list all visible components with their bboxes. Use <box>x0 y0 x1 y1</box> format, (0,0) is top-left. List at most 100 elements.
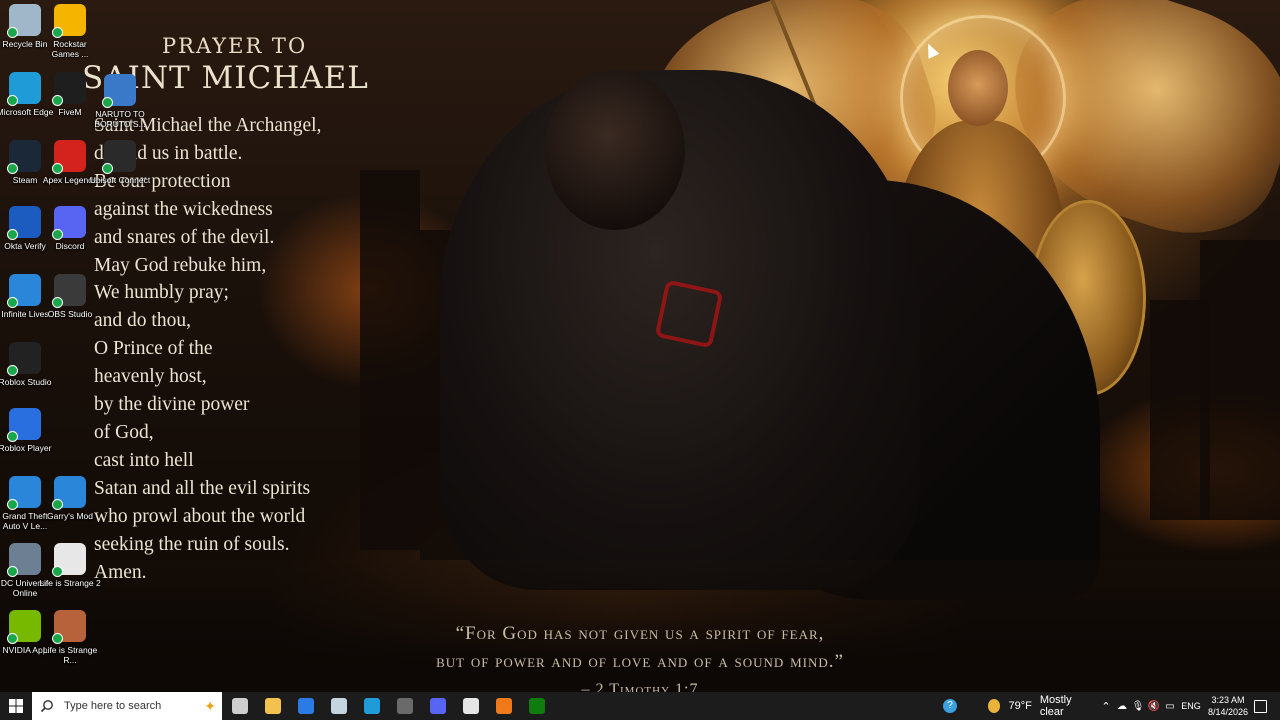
taskbar-app[interactable] <box>290 692 322 720</box>
chevron-up-icon[interactable]: ⌃ <box>1098 692 1114 720</box>
volume-muted-icon[interactable]: 🔇 <box>1146 692 1162 720</box>
prayer-line: seeking the ruin of souls. <box>94 533 290 555</box>
sync-check-icon <box>52 27 63 38</box>
search-highlight-icon: ✦ <box>204 697 216 714</box>
desktop-icon[interactable]: Garry's Mod <box>39 476 101 540</box>
capcut-icon <box>463 698 479 714</box>
search-input[interactable] <box>62 699 186 713</box>
desktop-icon-label: OBS Studio <box>47 309 93 319</box>
desktop-icon-label: Discord <box>55 241 85 251</box>
weather-temp: 79°F <box>1008 700 1032 712</box>
desktop-icon[interactable]: Roblox Studio <box>0 342 56 406</box>
desktop-icon[interactable]: Ubisoft Connect <box>89 140 151 204</box>
recycle-bin-icon <box>7 4 41 38</box>
sync-check-icon <box>102 163 113 174</box>
desktop-icon-label: Rockstar Games ... <box>51 39 89 59</box>
desktop-wallpaper: Prayer to Saint Michael Saint Michael th… <box>0 0 1280 692</box>
task-view-icon <box>232 698 248 714</box>
ruined-building <box>360 170 420 550</box>
clock-time: 3:23 AM <box>1211 695 1245 705</box>
prayer-line: who prowl about the world <box>94 505 306 527</box>
sync-check-icon <box>52 297 63 308</box>
prayer-line: Satan and all the evil spirits <box>94 477 311 499</box>
sync-check-icon <box>52 163 63 174</box>
weather-text: Mostly clear <box>1039 694 1072 718</box>
taskbar-app[interactable] <box>521 692 553 720</box>
roblox-studio-icon <box>7 342 41 376</box>
prayer-line: and snares of the devil. <box>94 226 275 248</box>
taskbar-app[interactable] <box>422 692 454 720</box>
prayer-line: O Prince of the <box>94 338 213 360</box>
steam-icon <box>331 698 347 714</box>
gta-icon <box>7 476 41 510</box>
taskbar-app[interactable] <box>257 692 289 720</box>
search-icon <box>40 700 53 713</box>
obs-icon <box>52 274 86 308</box>
discord-icon <box>430 698 446 714</box>
desktop-icon[interactable]: NARUTO TO BORUTO S... <box>89 74 151 138</box>
desktop-icon[interactable]: Life is Strange 2 <box>39 543 101 607</box>
desktop-icon-label: Roblox Player <box>0 443 52 453</box>
language-indicator[interactable]: ENG <box>1180 692 1202 720</box>
garrys-mod-icon <box>52 476 86 510</box>
prayer-line: by the divine power <box>94 394 250 416</box>
discord-icon <box>52 206 86 240</box>
sync-check-icon <box>7 499 18 510</box>
sync-check-icon <box>7 163 18 174</box>
microsoft-store-icon <box>298 698 314 714</box>
start-button[interactable] <box>0 692 32 720</box>
desktop-icon[interactable]: OBS Studio <box>39 274 101 338</box>
prayer-line: Amen. <box>94 561 147 583</box>
warrior-emblem <box>654 279 724 349</box>
prayer-line: We humbly pray; <box>94 282 229 304</box>
sync-check-icon <box>7 27 18 38</box>
fivem-icon <box>496 698 512 714</box>
xbox-icon <box>529 698 545 714</box>
apex-icon <box>52 140 86 174</box>
taskbar-app[interactable] <box>224 692 256 720</box>
sync-check-icon <box>7 566 18 577</box>
prayer-title-line1: Prayer to <box>162 34 308 58</box>
sync-check-icon <box>102 97 113 108</box>
prayer-line: heavenly host, <box>94 366 207 388</box>
desktop-icon[interactable]: Rockstar Games ... <box>39 4 101 68</box>
sync-check-icon <box>52 499 63 510</box>
sync-check-icon <box>52 633 63 644</box>
notification-icon[interactable] <box>1250 692 1270 720</box>
sync-check-icon <box>7 297 18 308</box>
verse-line2: but of power and of love and of a sound … <box>436 651 844 672</box>
bible-verse: “For God has not given us a spirit of fe… <box>300 620 980 692</box>
prayer-line: of God, <box>94 421 154 443</box>
taskbar-clock[interactable]: 3:23 AM 8/14/2026 <box>1204 694 1252 718</box>
microphone-icon[interactable]: 🎙 <box>1130 692 1146 720</box>
taskbar-app[interactable] <box>455 692 487 720</box>
help-tray-icon[interactable]: ? <box>938 692 962 720</box>
angel-head <box>948 50 1008 126</box>
edge-icon <box>364 698 380 714</box>
ubisoft-icon <box>102 140 136 174</box>
moon-cloud-icon <box>988 699 1001 713</box>
ie-icon <box>7 274 41 308</box>
taskbar-search[interactable]: ✦ <box>32 692 222 720</box>
desktop-icon[interactable]: Roblox Player <box>0 408 56 472</box>
clock-date: 8/14/2026 <box>1207 707 1249 717</box>
sync-check-icon <box>7 365 18 376</box>
taskbar-app[interactable] <box>389 692 421 720</box>
sync-check-icon <box>7 633 18 644</box>
taskbar-app[interactable] <box>488 692 520 720</box>
roblox-player-icon <box>7 408 41 442</box>
lis-remastered-icon <box>52 610 86 644</box>
weather-widget[interactable]: 79°F Mostly clear <box>988 692 1092 720</box>
obs-icon <box>397 698 413 714</box>
dcuo-icon <box>7 543 41 577</box>
taskbar-app[interactable] <box>323 692 355 720</box>
desktop-icon[interactable]: Life is Strange R... <box>39 610 101 674</box>
network-icon[interactable]: ☁ <box>1114 692 1130 720</box>
desktop-icon[interactable]: Discord <box>39 206 101 270</box>
taskbar-app[interactable] <box>356 692 388 720</box>
battery-icon[interactable]: ▭ <box>1162 692 1178 720</box>
edge-icon <box>7 72 41 106</box>
sync-check-icon <box>7 95 18 106</box>
verse-line1: “For God has not given us a spirit of fe… <box>455 623 825 644</box>
desktop-icon-label: Life is Strange R... <box>42 645 98 665</box>
